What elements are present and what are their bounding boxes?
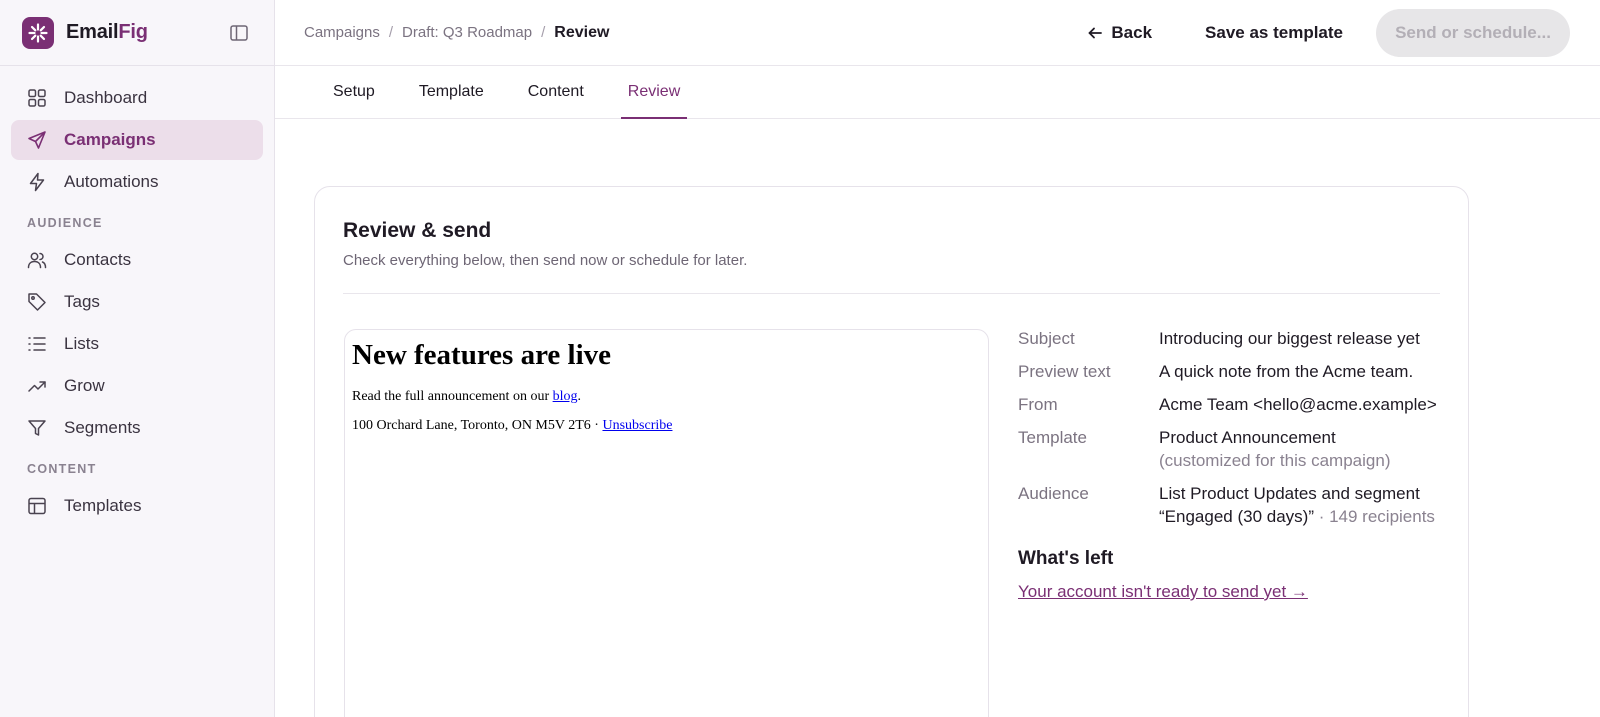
sidebar-item-templates[interactable]: Templates — [11, 486, 263, 526]
preview-heading: New features are live — [352, 339, 612, 371]
preview-unsubscribe-link[interactable]: Unsubscribe — [602, 418, 672, 433]
breadcrumb: Campaigns / Draft: Q3 Roadmap / Review — [304, 24, 609, 42]
users-icon — [27, 250, 47, 270]
breadcrumb-draft[interactable]: Draft: Q3 Roadmap — [402, 24, 532, 41]
detail-label: Subject — [1018, 329, 1075, 348]
sidebar-nav: Dashboard Campaigns Automations AUDIENCE — [0, 66, 274, 526]
sidebar-item-contacts[interactable]: Contacts — [11, 240, 263, 280]
tab-review[interactable]: Review — [620, 66, 688, 119]
grid-icon — [27, 88, 47, 108]
detail-row-audience: Audience List Product Updates and segmen… — [1018, 482, 1448, 528]
template-name: Product Announcement — [1159, 428, 1336, 447]
detail-row-from: From Acme Team <hello@acme.example> — [1018, 393, 1448, 416]
detail-label: Audience — [1018, 484, 1089, 503]
brand-name: EmailFig — [66, 21, 148, 44]
list-icon — [27, 334, 47, 354]
arrow-left-icon — [1087, 25, 1103, 41]
sidebar-item-label: Lists — [64, 334, 99, 353]
sidebar-item-label: Tags — [64, 292, 100, 311]
sidebar-item-label: Grow — [64, 376, 105, 395]
preview-body-suffix: . — [577, 388, 582, 404]
sidebar-toggle-button[interactable] — [226, 20, 252, 46]
review-card: Review & send Check everything below, th… — [314, 186, 1469, 717]
sidebar-item-tags[interactable]: Tags — [11, 282, 263, 322]
sidebar-item-label: Templates — [64, 496, 142, 515]
detail-label: From — [1018, 395, 1058, 414]
detail-value: A quick note from the Acme team. — [1159, 362, 1414, 381]
detail-value: Introducing our biggest release yet — [1159, 329, 1420, 348]
sidebar-item-label: Automations — [64, 172, 159, 191]
sidebar-item-grow[interactable]: Grow — [11, 366, 263, 406]
save-as-template-button[interactable]: Save as template — [1205, 23, 1343, 43]
layout-icon — [27, 496, 47, 516]
breadcrumb-campaigns[interactable]: Campaigns — [304, 24, 380, 41]
detail-row-template: Template Product Announcement (customize… — [1018, 426, 1448, 472]
sidebar-panel-icon — [230, 24, 248, 41]
sidebar-item-campaigns[interactable]: Campaigns — [11, 120, 263, 160]
send-or-schedule-button[interactable]: Send or schedule... — [1376, 8, 1570, 57]
detail-label: Template — [1018, 428, 1087, 447]
email-preview: New features are live Read the full anno… — [344, 329, 989, 717]
preview-footer: 100 Orchard Lane, Toronto, ON M5V 2T6 · … — [352, 416, 981, 436]
breadcrumb-separator: / — [388, 24, 394, 41]
sidebar-item-dashboard[interactable]: Dashboard — [11, 78, 263, 118]
trending-up-icon — [27, 376, 47, 396]
section-label-content: CONTENT — [27, 462, 97, 476]
sidebar-item-lists[interactable]: Lists — [11, 324, 263, 364]
back-button-label: Back — [1111, 22, 1153, 42]
bolt-icon — [27, 172, 47, 192]
top-bar: Campaigns / Draft: Q3 Roadmap / Review B… — [275, 0, 1600, 66]
sidebar-item-automations[interactable]: Automations — [11, 162, 263, 202]
detail-label: Preview text — [1018, 362, 1111, 381]
tab-content[interactable]: Content — [527, 66, 585, 118]
template-note: (customized for this campaign) — [1159, 451, 1391, 470]
emailfig-logo-icon — [22, 16, 54, 49]
brand-header: EmailFig — [0, 0, 274, 66]
sidebar-item-label: Contacts — [64, 250, 132, 269]
detail-row-subject: Subject Introducing our biggest release … — [1018, 327, 1448, 350]
detail-value: Product Announcement (customized for thi… — [1159, 426, 1448, 472]
preview-footer-address: 100 Orchard Lane, Toronto, ON M5V 2T6 · — [352, 418, 603, 434]
sidebar-item-label: Campaigns — [64, 130, 156, 149]
divider — [343, 293, 1440, 294]
tab-template[interactable]: Template — [418, 66, 485, 118]
campaign-details: Subject Introducing our biggest release … — [1018, 327, 1448, 602]
detail-row-preview-text: Preview text A quick note from the Acme … — [1018, 360, 1448, 383]
account-not-ready-link[interactable]: Your account isn't ready to send yet → — [1018, 582, 1308, 601]
preview-body: Read the full announcement on our blog. — [352, 387, 981, 407]
breadcrumb-separator: / — [541, 24, 546, 41]
breadcrumb-current: Review — [554, 23, 610, 41]
whats-left-heading: What's left — [1018, 548, 1114, 569]
preview-blog-link[interactable]: blog — [553, 389, 578, 404]
detail-value: List Product Updates and segment “Engage… — [1159, 482, 1448, 528]
audience-count: · 149 recipients — [1313, 507, 1435, 526]
section-label-audience: AUDIENCE — [27, 216, 103, 230]
back-button[interactable]: Back — [1087, 23, 1152, 43]
detail-value: Acme Team <hello@acme.example> — [1159, 395, 1437, 414]
sidebar-item-segments[interactable]: Segments — [11, 408, 263, 448]
tag-icon — [27, 292, 47, 312]
brand-name-part1: Email — [66, 21, 119, 43]
send-icon — [27, 130, 47, 150]
campaign-tabs: Setup Template Content Review — [275, 66, 1600, 119]
sidebar-item-label: Dashboard — [64, 88, 148, 107]
preview-body-text: Read the full announcement on our — [352, 388, 553, 404]
sidebar: EmailFig Dashboard Campaigns Automations… — [0, 0, 275, 717]
sidebar-item-label: Segments — [64, 418, 141, 437]
toolbar-actions: Back Save as template Send or schedule..… — [1087, 8, 1570, 57]
review-subtitle: Check everything below, then send now or… — [343, 252, 748, 269]
filter-icon — [27, 418, 47, 438]
brand-name-part2: Fig — [118, 21, 148, 43]
tab-setup[interactable]: Setup — [332, 66, 376, 118]
review-title: Review & send — [343, 219, 492, 242]
